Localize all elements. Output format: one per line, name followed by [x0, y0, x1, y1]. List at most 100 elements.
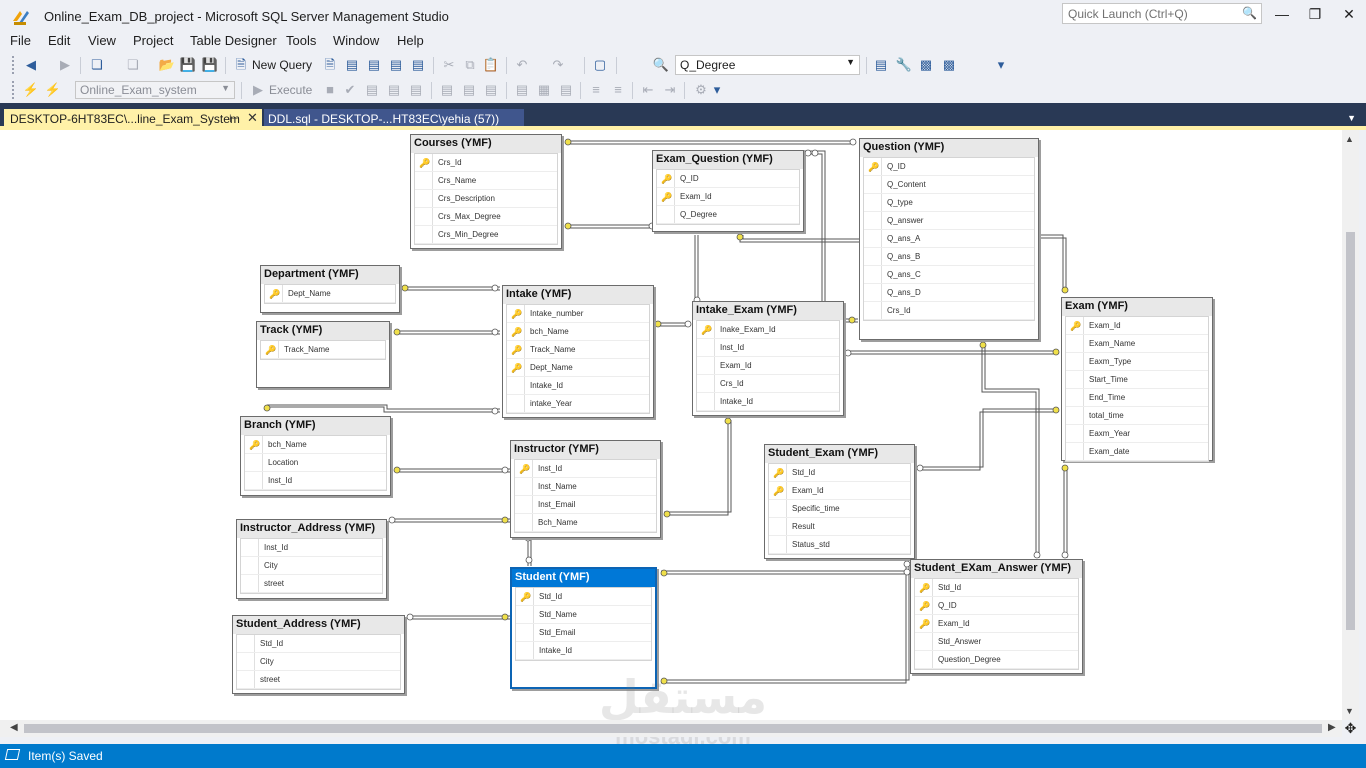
- column-row[interactable]: Std_Email: [516, 624, 651, 642]
- column-row[interactable]: 🔑 Dept_Name: [507, 359, 649, 377]
- intellisense-icon[interactable]: ▤: [407, 81, 425, 99]
- results-text-icon[interactable]: ▤: [513, 81, 531, 99]
- row-selector[interactable]: [864, 194, 882, 211]
- column-row[interactable]: Crs_Id: [697, 375, 839, 393]
- mdx-query-icon[interactable]: ▤: [343, 56, 361, 74]
- column-row[interactable]: Exam_Id: [697, 357, 839, 375]
- column-row[interactable]: 🔑 Q_ID: [915, 597, 1078, 615]
- close-tab-icon[interactable]: ✕: [247, 110, 258, 126]
- column-row[interactable]: Inst_Id: [697, 339, 839, 357]
- scroll-left-icon[interactable]: ◀: [10, 722, 18, 733]
- connect-icon[interactable]: ⚡: [22, 81, 40, 99]
- column-row[interactable]: 🔑 Std_Id: [516, 588, 651, 606]
- row-selector[interactable]: [864, 266, 882, 283]
- row-selector[interactable]: [516, 642, 534, 659]
- scroll-up-icon[interactable]: ▲: [1345, 134, 1354, 144]
- decrease-indent-icon[interactable]: ⇤: [639, 81, 657, 99]
- column-row[interactable]: Q_answer: [864, 212, 1034, 230]
- row-selector[interactable]: [864, 248, 882, 265]
- stop-icon[interactable]: ■: [321, 81, 339, 99]
- row-selector[interactable]: [864, 284, 882, 301]
- row-selector[interactable]: [1066, 371, 1084, 388]
- column-row[interactable]: City: [237, 653, 400, 671]
- row-selector[interactable]: [237, 635, 255, 652]
- column-row[interactable]: End_Time: [1066, 389, 1208, 407]
- column-row[interactable]: Inst_Id: [245, 472, 386, 490]
- column-row[interactable]: Inst_Email: [515, 496, 656, 514]
- menu-table-designer[interactable]: Table Designer: [190, 33, 277, 48]
- uncomment-icon[interactable]: ≡: [609, 81, 627, 99]
- toolbox-icon[interactable]: ▩: [917, 56, 935, 74]
- menu-project[interactable]: Project: [133, 33, 173, 48]
- column-row[interactable]: Q_ans_B: [864, 248, 1034, 266]
- row-selector[interactable]: [241, 575, 259, 592]
- activity-monitor-icon[interactable]: ▢: [591, 56, 609, 74]
- row-selector[interactable]: [864, 230, 882, 247]
- xmla-query-icon[interactable]: ▤: [387, 56, 405, 74]
- column-row[interactable]: Result: [769, 518, 910, 536]
- column-row[interactable]: Q_Degree: [657, 206, 799, 224]
- tab-list-dropdown-icon[interactable]: ▼: [1347, 113, 1356, 123]
- paste-icon[interactable]: 📋: [482, 56, 500, 74]
- table-department[interactable]: Department (YMF) 🔑 Dept_Name: [260, 265, 400, 313]
- column-row[interactable]: Crs_Max_Degree: [415, 208, 557, 226]
- row-selector[interactable]: [915, 651, 933, 668]
- column-row[interactable]: Exam_date: [1066, 443, 1208, 461]
- column-row[interactable]: Intake_Id: [697, 393, 839, 411]
- table-instructor-address[interactable]: Instructor_Address (YMF) Inst_Id City stre…: [236, 519, 387, 599]
- column-row[interactable]: Crs_Id: [864, 302, 1034, 320]
- toolbar-options-icon[interactable]: ▾: [992, 56, 1010, 74]
- row-selector[interactable]: [864, 212, 882, 229]
- execute-button[interactable]: Execute: [269, 83, 312, 97]
- pin-icon[interactable]: ⊢: [229, 112, 239, 125]
- row-selector[interactable]: [516, 606, 534, 623]
- column-row[interactable]: street: [237, 671, 400, 689]
- column-row[interactable]: Q_type: [864, 194, 1034, 212]
- live-stats-icon[interactable]: ▤: [460, 81, 478, 99]
- forward-icon[interactable]: ▶: [56, 56, 74, 74]
- column-row[interactable]: Eaxm_Type: [1066, 353, 1208, 371]
- row-selector[interactable]: [245, 472, 263, 489]
- scroll-down-icon[interactable]: ▼: [1345, 706, 1354, 716]
- column-row[interactable]: Q_Content: [864, 176, 1034, 194]
- table-exam-question[interactable]: Exam_Question (YMF) 🔑 Q_ID 🔑 Exam_Id Q_Degre…: [652, 150, 804, 232]
- save-icon[interactable]: 💾: [179, 56, 197, 74]
- query-options-icon[interactable]: ▤: [385, 81, 403, 99]
- column-row[interactable]: Start_Time: [1066, 371, 1208, 389]
- search-icon[interactable]: 🔍: [1242, 6, 1257, 20]
- minimize-button[interactable]: —: [1270, 5, 1294, 25]
- add-item-icon[interactable]: ❏: [124, 56, 142, 74]
- actual-plan-icon[interactable]: ▤: [438, 81, 456, 99]
- column-row[interactable]: 🔑 Intake_number: [507, 305, 649, 323]
- menu-edit[interactable]: Edit: [48, 33, 70, 48]
- row-selector[interactable]: [769, 518, 787, 535]
- column-row[interactable]: Std_Answer: [915, 633, 1078, 651]
- copy-icon[interactable]: ⧉: [461, 56, 479, 74]
- row-selector[interactable]: [697, 375, 715, 392]
- vertical-scroll-thumb[interactable]: [1346, 232, 1355, 630]
- row-selector[interactable]: [864, 302, 882, 319]
- solution-explorer-icon[interactable]: ▤: [872, 56, 890, 74]
- row-selector[interactable]: [697, 393, 715, 410]
- column-row[interactable]: 🔑 Crs_Id: [415, 154, 557, 172]
- row-selector[interactable]: [515, 514, 533, 531]
- horizontal-scrollbar[interactable]: ◀ ▶: [0, 720, 1342, 737]
- column-row[interactable]: 🔑 Exam_Id: [1066, 317, 1208, 335]
- row-selector[interactable]: [241, 557, 259, 574]
- row-selector[interactable]: [415, 226, 433, 243]
- column-row[interactable]: Exam_Name: [1066, 335, 1208, 353]
- column-row[interactable]: Bch_Name: [515, 514, 656, 532]
- column-row[interactable]: Status_std: [769, 536, 910, 554]
- table-student[interactable]: Student (YMF) 🔑 Std_Id Std_Name Std_Email In…: [510, 567, 657, 689]
- table-question[interactable]: Question (YMF) 🔑 Q_ID Q_Content Q_type Q_ans…: [859, 138, 1039, 340]
- row-selector[interactable]: [915, 633, 933, 650]
- redo-icon[interactable]: ↷: [549, 56, 567, 74]
- parse-icon[interactable]: ✔: [341, 81, 359, 99]
- row-selector[interactable]: [1066, 443, 1084, 460]
- diagram-canvas[interactable]: Courses (YMF) 🔑 Crs_Id Crs_Name Crs_Descrip…: [0, 130, 1342, 720]
- row-selector[interactable]: [769, 500, 787, 517]
- column-row[interactable]: 🔑 Exam_Id: [657, 188, 799, 206]
- row-selector[interactable]: [1066, 353, 1084, 370]
- vertical-scrollbar[interactable]: ▲ ▼: [1342, 130, 1359, 720]
- column-row[interactable]: Eaxm_Year: [1066, 425, 1208, 443]
